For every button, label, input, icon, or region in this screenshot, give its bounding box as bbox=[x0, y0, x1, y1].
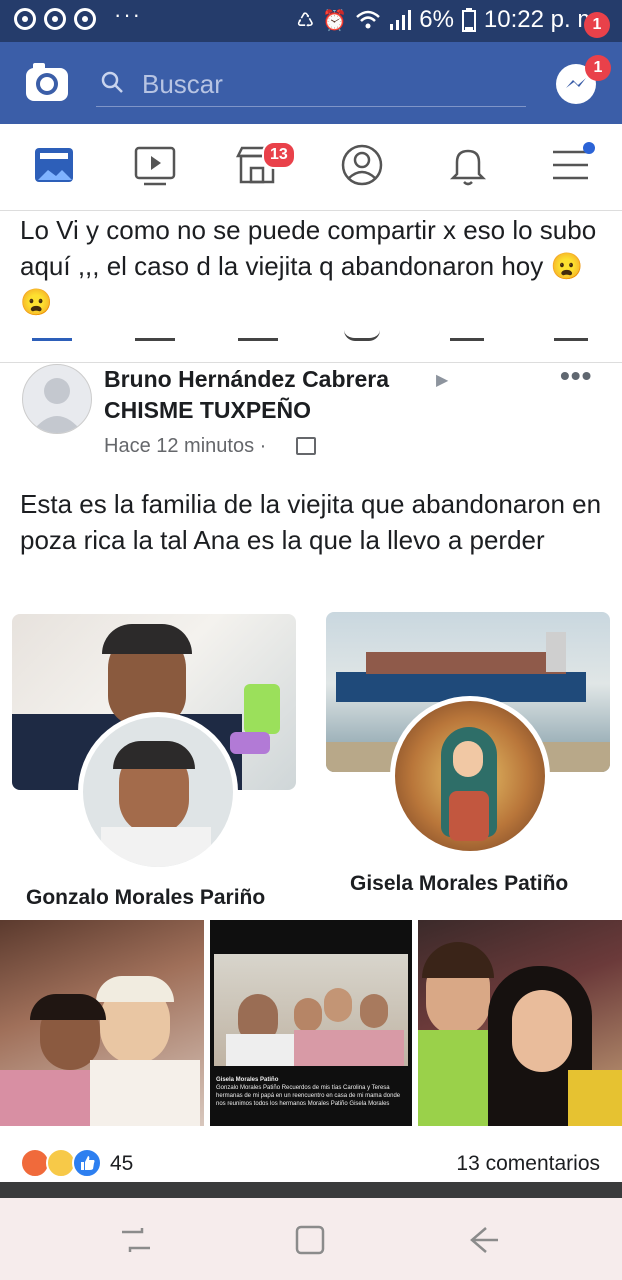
search-placeholder: Buscar bbox=[142, 69, 223, 99]
post-group[interactable]: CHISME TUXPEÑO bbox=[104, 397, 311, 424]
more-notifications-icon: ··· bbox=[114, 2, 142, 27]
battery-percent: 6% bbox=[419, 6, 454, 33]
chrome-icon bbox=[44, 8, 66, 30]
avatar[interactable] bbox=[22, 364, 92, 434]
profile-icon[interactable] bbox=[337, 140, 387, 190]
reaction-count[interactable]: 45 bbox=[110, 1152, 133, 1176]
group-privacy-icon bbox=[296, 437, 316, 455]
profile-name[interactable]: Gisela Morales Patiño bbox=[350, 872, 568, 896]
shared-to-arrow-icon: ▶ bbox=[436, 372, 449, 389]
back-icon[interactable] bbox=[464, 1220, 504, 1260]
screenshot-caption-body: Gonzalo Morales Patiño Recuerdos de mis … bbox=[216, 1085, 401, 1107]
chrome-icon bbox=[14, 8, 36, 30]
recycle-icon: ♺ bbox=[296, 9, 315, 32]
post-author[interactable]: Bruno Hernández Cabrera bbox=[104, 366, 389, 393]
alarm-icon: ⏰ bbox=[322, 9, 348, 32]
profile-picture[interactable] bbox=[78, 712, 238, 872]
chrome-icon bbox=[74, 8, 96, 30]
messenger-badge: 1 bbox=[584, 12, 610, 38]
post-photo[interactable] bbox=[0, 920, 204, 1126]
screenshot-caption-title: Gisela Morales Patiño bbox=[216, 1077, 279, 1083]
home-icon[interactable] bbox=[290, 1220, 330, 1260]
post-photo[interactable]: Gisela Morales Patiño Gonzalo Morales Pa… bbox=[210, 920, 412, 1126]
cropped-nav-strip bbox=[0, 318, 622, 363]
recent-apps-icon[interactable] bbox=[116, 1220, 156, 1260]
feed-separator bbox=[0, 1182, 622, 1198]
screenshot-caption: Gisela Morales Patiño Gonzalo Morales Pa… bbox=[216, 1076, 406, 1108]
cropped-feed-icon bbox=[32, 330, 72, 341]
cropped-market-icon bbox=[238, 330, 278, 341]
cropped-watch-icon bbox=[135, 330, 175, 341]
post-photo[interactable] bbox=[418, 920, 622, 1126]
comments-count[interactable]: 13 comentarios bbox=[456, 1152, 600, 1176]
cropped-bell-icon bbox=[450, 330, 484, 341]
cropped-menu-icon bbox=[554, 330, 588, 341]
app-header: Buscar 1 bbox=[0, 12, 622, 124]
menu-notification-dot bbox=[583, 142, 595, 154]
camera-icon[interactable] bbox=[25, 62, 69, 102]
post-more-button[interactable]: ••• bbox=[560, 360, 592, 392]
wifi-icon bbox=[356, 10, 381, 29]
messenger-unread-badge: 1 bbox=[585, 55, 611, 81]
post-text: Esta es la familia de la viejita que aba… bbox=[20, 489, 602, 555]
battery-icon bbox=[461, 8, 476, 32]
notification-icons: ··· bbox=[14, 2, 142, 30]
status-bar: ··· ♺ ⏰ 6% 10:22 p. m. bbox=[0, 0, 622, 42]
default-avatar-icon bbox=[31, 378, 83, 433]
notifications-bell-icon[interactable] bbox=[443, 140, 493, 190]
like-reaction-icon bbox=[72, 1148, 102, 1178]
post-time[interactable]: Hace 12 minutos · bbox=[104, 435, 266, 458]
marketplace-badge: 13 bbox=[262, 141, 296, 169]
watch-icon[interactable] bbox=[130, 140, 180, 190]
search-input[interactable]: Buscar bbox=[96, 60, 526, 107]
main-nav: 13 bbox=[0, 124, 622, 211]
profile-picture[interactable] bbox=[390, 696, 550, 856]
cropped-profile-icon bbox=[344, 330, 380, 341]
news-feed-icon[interactable] bbox=[30, 140, 80, 190]
signal-icon bbox=[390, 10, 412, 30]
profile-name[interactable]: Gonzalo Morales Pariño bbox=[26, 886, 265, 910]
system-nav-bar bbox=[0, 1198, 622, 1280]
shared-caption: Lo Vi y como no se puede compartir x eso… bbox=[20, 215, 597, 317]
search-icon bbox=[101, 71, 123, 93]
